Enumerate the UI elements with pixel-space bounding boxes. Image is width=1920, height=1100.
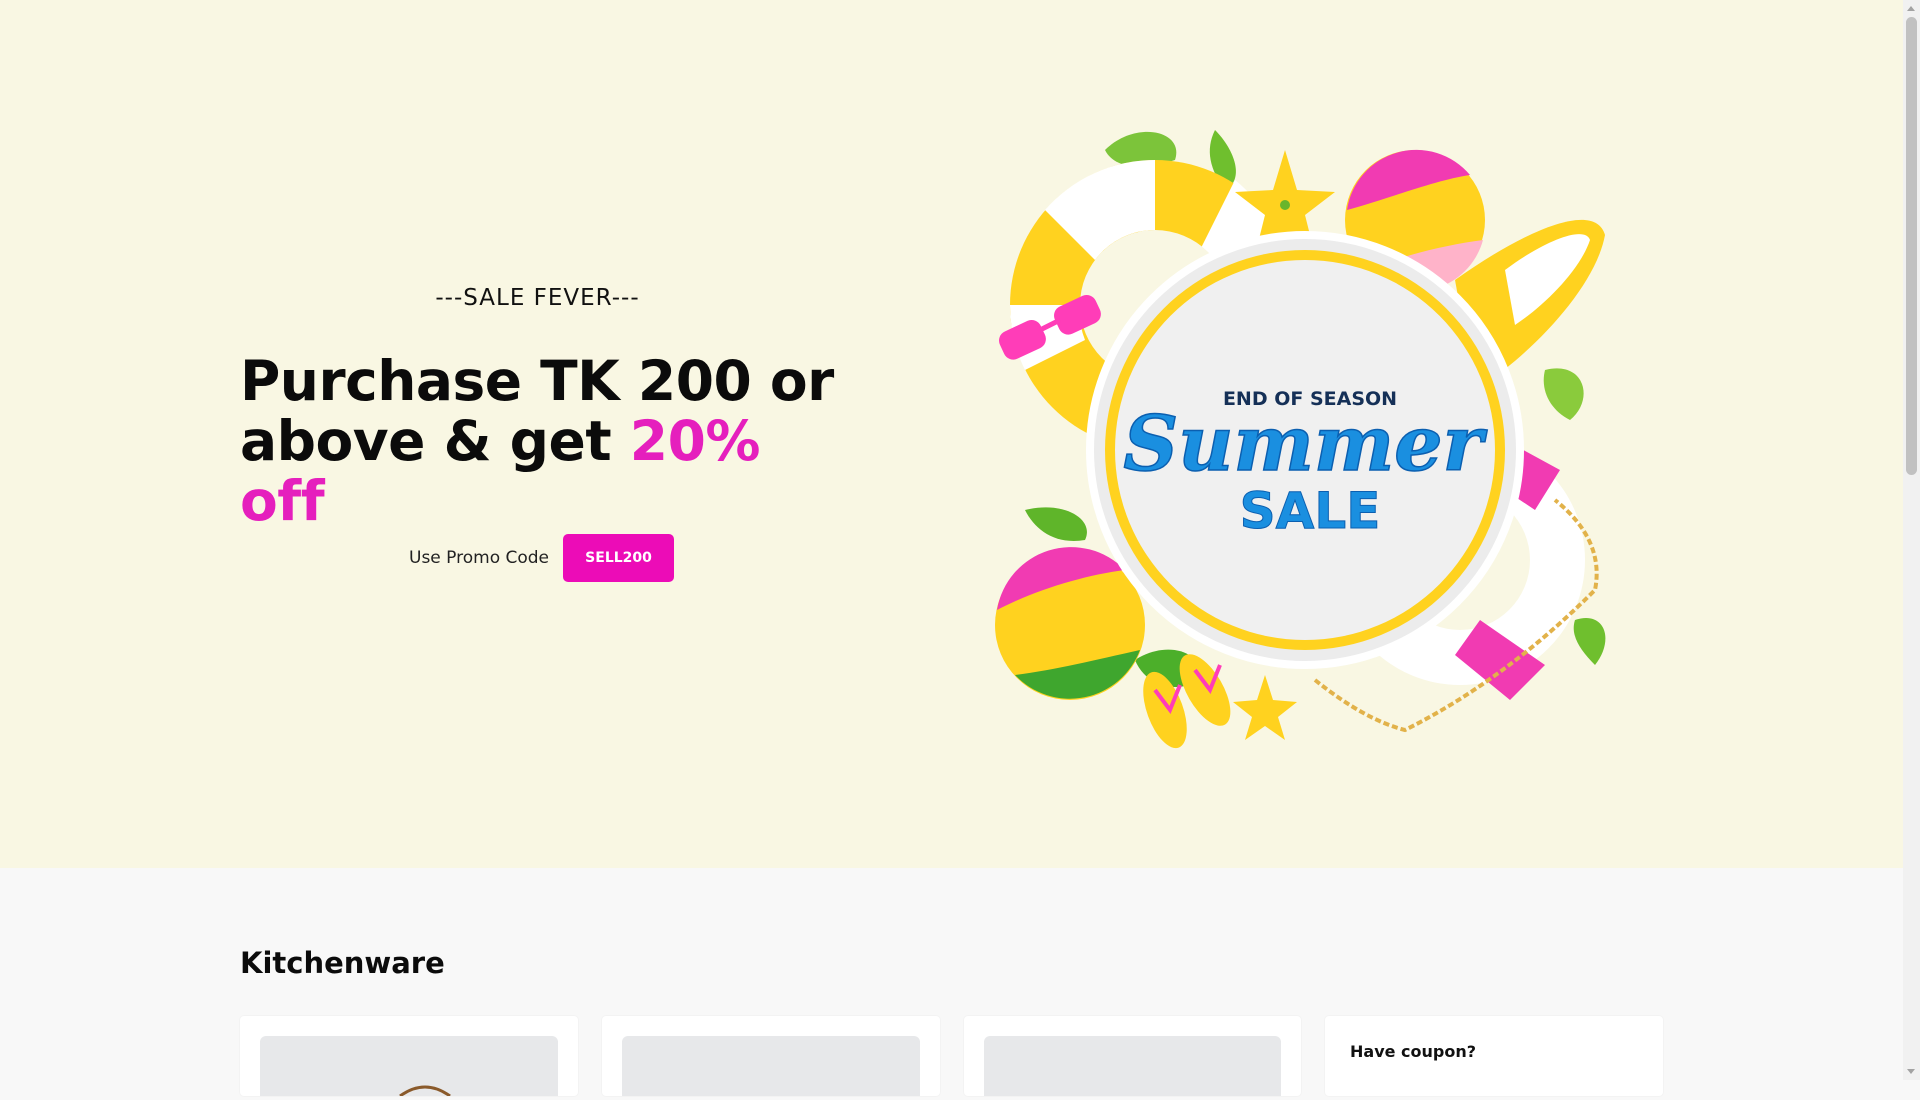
hero-headline: Purchase TK 200 or above & get 20% off (240, 351, 840, 531)
product-image (622, 1036, 920, 1096)
scroll-down-icon[interactable] (1907, 1069, 1915, 1074)
leaf-icon (1573, 618, 1606, 665)
headline-line-1: Purchase TK 200 or (240, 349, 834, 413)
leaf-icon (1543, 368, 1584, 420)
promo-code-button[interactable]: SELL200 (563, 534, 675, 582)
product-image-preview (399, 1085, 451, 1098)
promo-row: Use Promo Code SELL200 (409, 534, 675, 582)
starfish-small-icon (1233, 675, 1297, 740)
product-image (260, 1036, 558, 1098)
product-card[interactable] (964, 1016, 1301, 1096)
product-image (984, 1036, 1281, 1096)
leaf-icon (1025, 507, 1087, 541)
coupon-card: Have coupon? (1325, 1016, 1663, 1096)
headline-line-2: above & get (240, 409, 630, 473)
product-card[interactable] (602, 1016, 940, 1096)
badge-script-text: Summer (1123, 399, 1487, 488)
product-card[interactable] (240, 1016, 578, 1098)
hero-banner: ---SALE FEVER--- Purchase TK 200 or abov… (0, 0, 1903, 868)
scroll-up-icon[interactable] (1907, 6, 1915, 11)
summer-sale-illustration: END OF SEASON Summer SALE (995, 130, 1606, 749)
coupon-title: Have coupon? (1350, 1042, 1477, 1061)
hero-text-block: ---SALE FEVER--- Purchase TK 200 or abov… (240, 285, 840, 531)
scroll-thumb[interactable] (1906, 17, 1917, 475)
badge-bottom-text: SALE (1240, 482, 1381, 540)
promo-label: Use Promo Code (409, 548, 550, 568)
section-title: Kitchenware (240, 946, 445, 980)
hero-kicker: ---SALE FEVER--- (435, 285, 640, 311)
page-scrollbar[interactable] (1903, 0, 1920, 1080)
